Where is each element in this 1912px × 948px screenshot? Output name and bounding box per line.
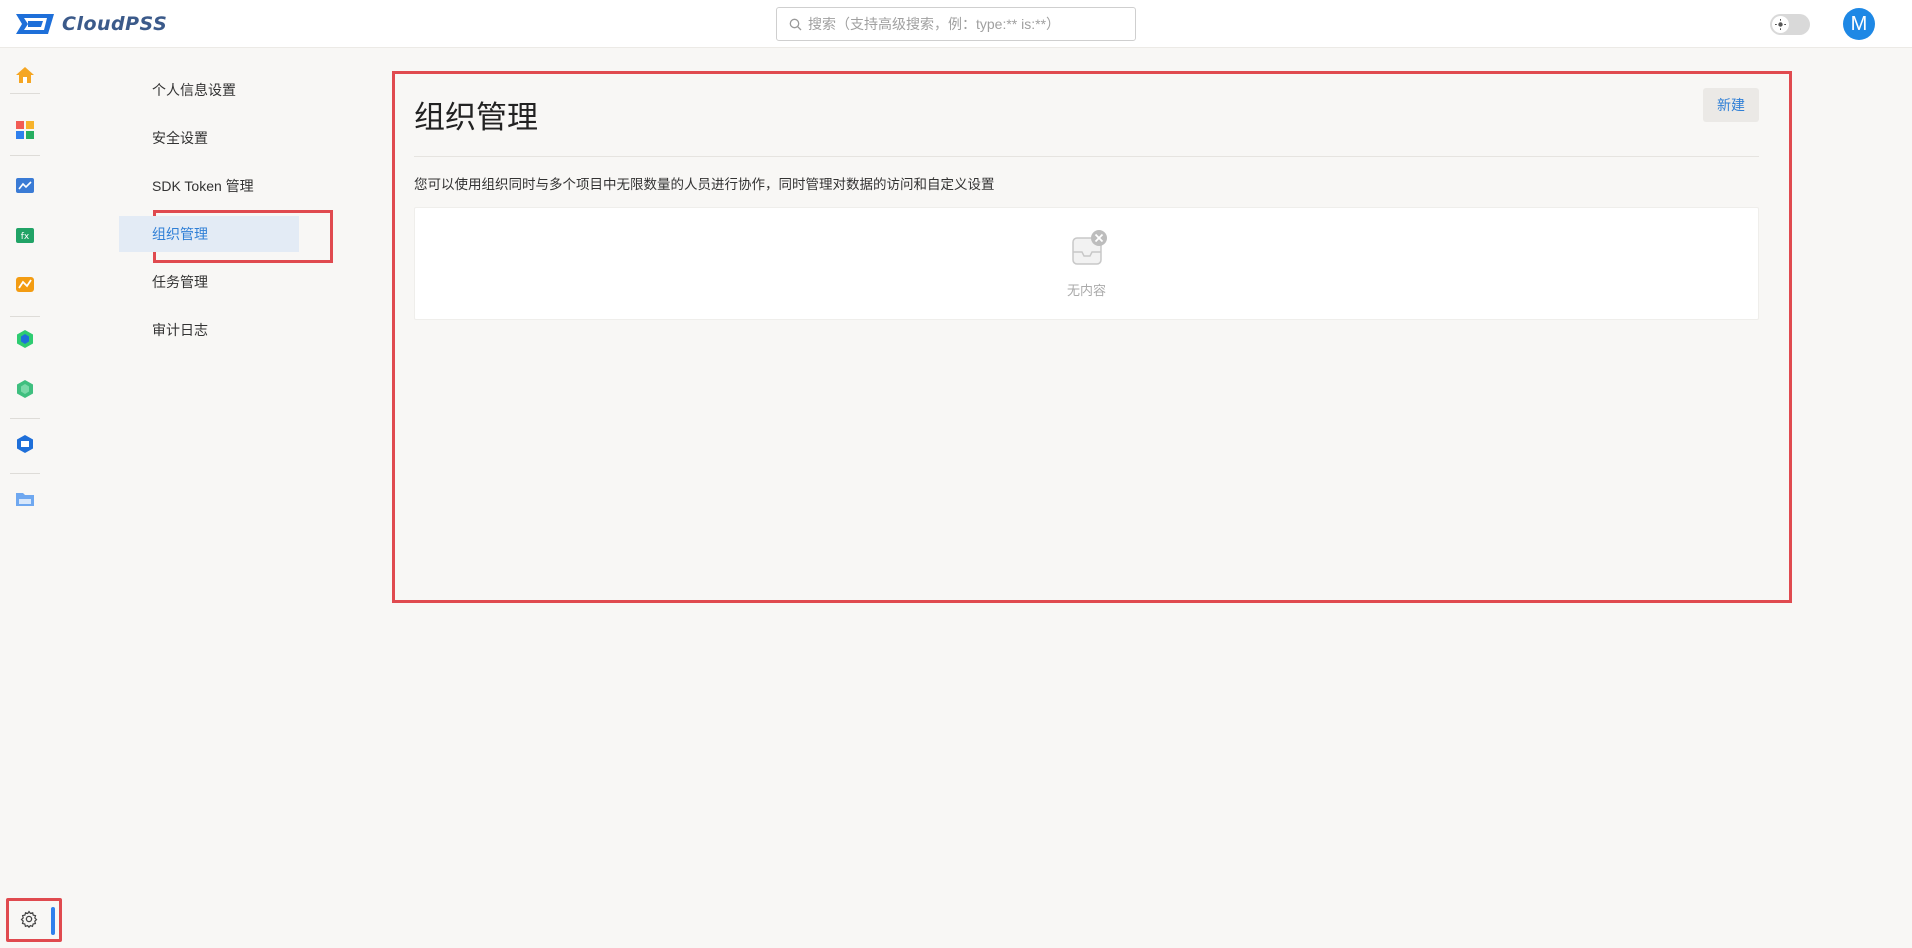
dashboard-icon[interactable] xyxy=(14,175,36,197)
search-icon xyxy=(789,18,802,30)
title-divider xyxy=(414,156,1759,157)
gear-icon xyxy=(20,910,38,928)
logo[interactable]: CloudPSS xyxy=(14,12,167,36)
top-bar: CloudPSS 搜索（支持高级搜索，例：type:** is:**） M xyxy=(0,0,1912,48)
search-input[interactable]: 搜索（支持高级搜索，例：type:** is:**） xyxy=(776,7,1136,41)
submenu-item-profile[interactable]: 个人信息设置 xyxy=(119,72,299,108)
folder-icon[interactable] xyxy=(14,488,36,510)
page-description: 您可以使用组织同时与多个项目中无限数量的人员进行协作，同时管理对数据的访问和自定… xyxy=(414,177,995,192)
apps-icon[interactable] xyxy=(14,119,36,141)
submenu-item-audit-log[interactable]: 审计日志 xyxy=(119,312,299,348)
chart-icon[interactable] xyxy=(14,274,36,296)
submenu-item-tasks[interactable]: 任务管理 xyxy=(119,264,299,300)
submenu-item-sdk-token[interactable]: SDK Token 管理 xyxy=(119,168,299,204)
search-placeholder: 搜索（支持高级搜索，例：type:** is:**） xyxy=(808,16,1061,32)
app-rail: fx xyxy=(0,48,50,948)
rail-divider xyxy=(10,473,40,474)
main-content-highlight xyxy=(392,71,1792,603)
logo-text: CloudPSS xyxy=(62,13,168,35)
model-icon[interactable] xyxy=(14,433,36,455)
submenu-item-organization[interactable]: 组织管理 xyxy=(119,216,299,252)
function-icon[interactable]: fx xyxy=(14,225,36,247)
hex-app-2-icon[interactable] xyxy=(14,378,36,400)
organization-list-empty: 无内容 xyxy=(414,207,1759,320)
rail-divider xyxy=(10,93,40,94)
theme-toggle[interactable] xyxy=(1770,14,1810,35)
svg-text:fx: fx xyxy=(21,232,30,242)
hex-app-icon[interactable] xyxy=(14,328,36,350)
submenu-item-security[interactable]: 安全设置 xyxy=(119,120,299,156)
active-indicator xyxy=(51,907,55,935)
settings-nav[interactable] xyxy=(6,898,62,942)
empty-inbox-icon xyxy=(1072,230,1107,265)
rail-divider xyxy=(10,316,40,317)
rail-divider xyxy=(10,418,40,419)
logo-mark-icon xyxy=(16,14,54,34)
rail-divider xyxy=(10,155,40,156)
new-organization-button[interactable]: 新建 xyxy=(1703,88,1759,122)
home-icon[interactable] xyxy=(14,64,36,86)
empty-state-text: 无内容 xyxy=(1066,283,1106,298)
avatar[interactable]: M xyxy=(1843,8,1875,40)
page-title: 组织管理 xyxy=(414,100,538,135)
sun-icon xyxy=(1772,16,1789,33)
